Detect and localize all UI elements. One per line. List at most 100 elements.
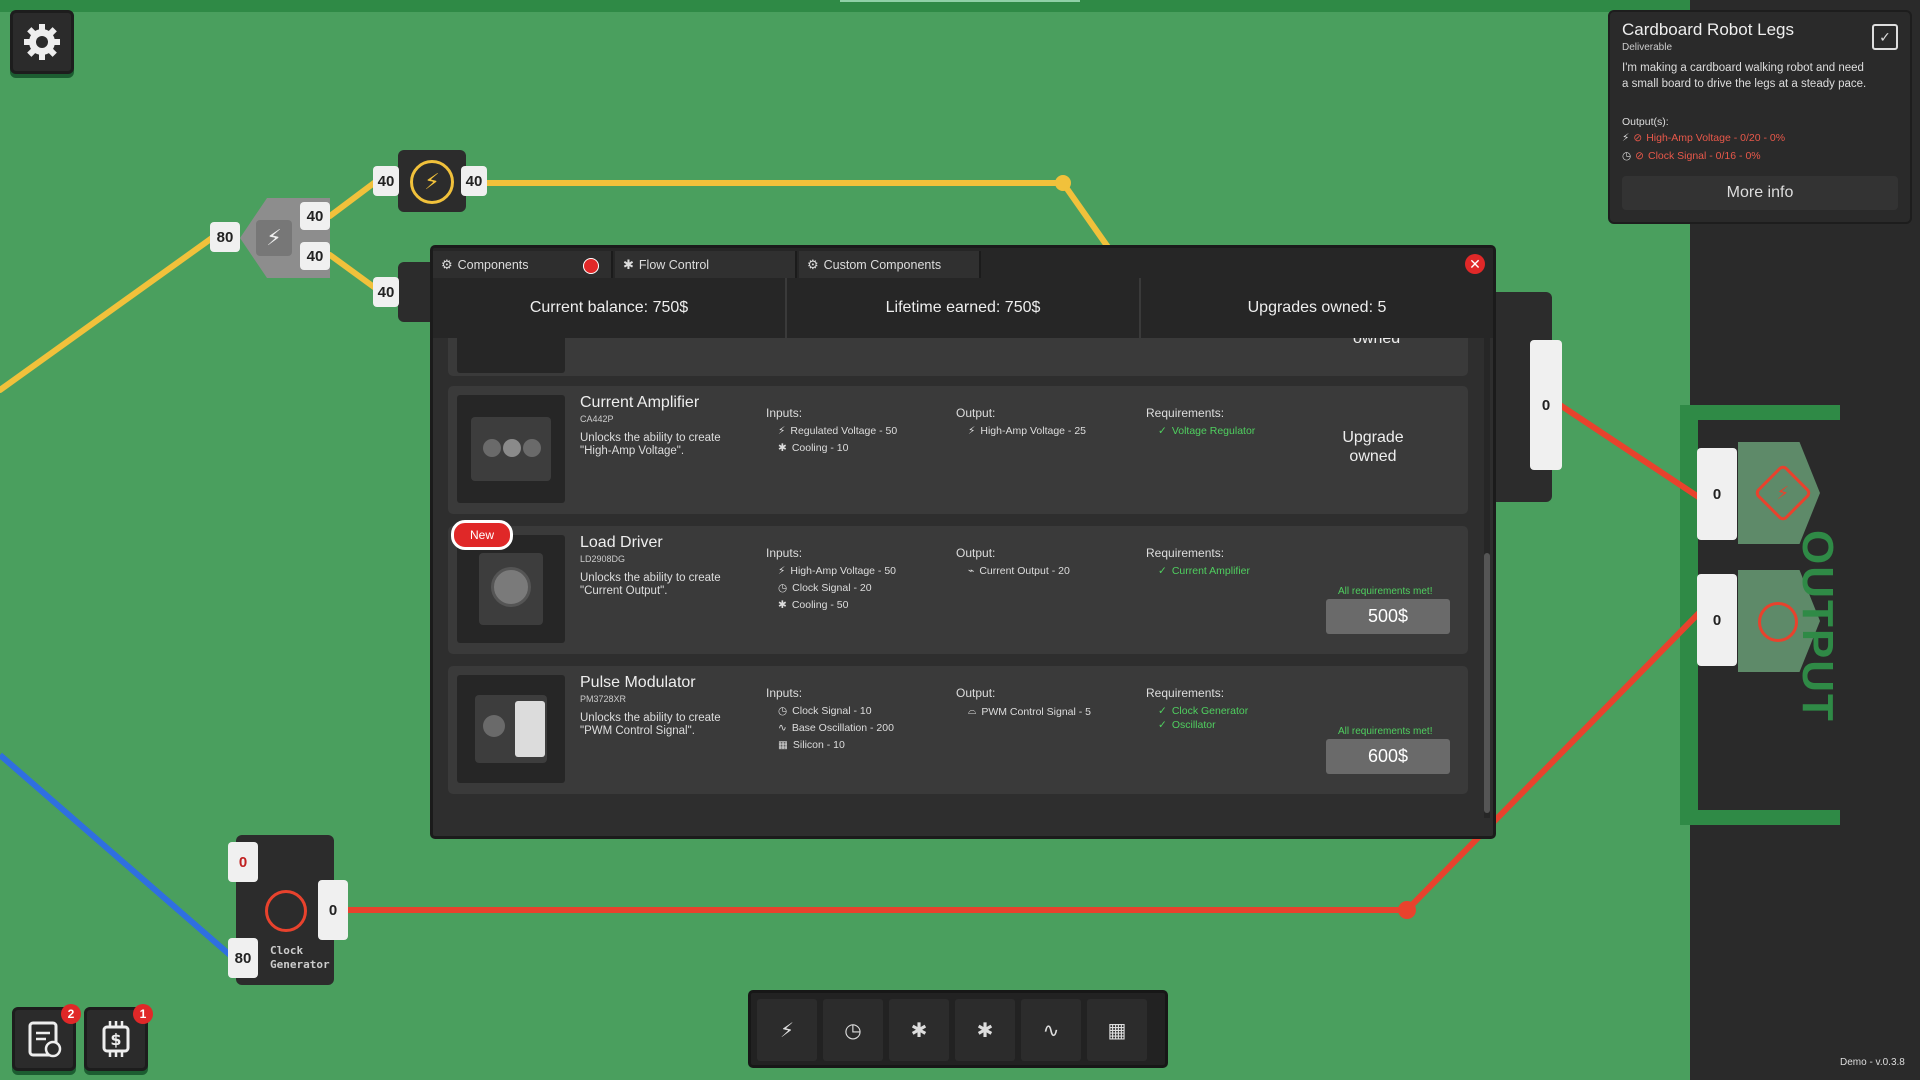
output-slot-clock-value: 0 — [1697, 574, 1737, 666]
output-slot-voltage-value: 0 — [1697, 448, 1737, 540]
inputs-column: Inputs: ⚡ Regulated Voltage - 50 ✱ Cooling… — [766, 406, 898, 454]
snowflake-icon: ✱ — [976, 1019, 994, 1042]
upgrade-status: Upgrade owned — [1342, 429, 1404, 465]
wire-yellow-split-a — [327, 177, 381, 219]
inputs-column: Inputs: ◷ Clock Signal - 10 ∿ Base Oscilla… — [766, 686, 894, 751]
component-code: LD2908DG — [580, 554, 626, 564]
sparkle-icon: ✱ — [623, 256, 634, 272]
clock-icon: ◷ — [844, 1019, 862, 1042]
buy-button[interactable]: 600$ — [1326, 739, 1450, 774]
toolbar-slot-cooler[interactable]: ✱ — [955, 999, 1015, 1061]
quest-output-item: ⚡ ⊘ High-Amp Voltage - 0/20 - 0% — [1622, 132, 1786, 144]
output-column: Output: ⌁ Current Output - 20 — [956, 546, 1070, 577]
component-toolbar: ⚡ ◷ ✱ ✱ ∿ ▦ — [748, 990, 1168, 1068]
current-balance: Current balance: 750$ — [433, 278, 787, 338]
version-label: Demo - v.0.3.8 — [1840, 1057, 1905, 1068]
component-name: Pulse Modulator — [580, 674, 696, 691]
upgrade-card-current-amplifier: Current Amplifier CA442P Unlocks the abi… — [448, 386, 1468, 514]
quest-description: I'm making a cardboard walking robot and… — [1622, 62, 1867, 90]
component-name: Current Amplifier — [580, 394, 700, 411]
check-circle-icon: ✓ — [1158, 565, 1167, 577]
contracts-button[interactable]: 2 — [12, 1004, 81, 1071]
check-circle-icon: ✓ — [1158, 705, 1167, 717]
blocked-icon: ⊘ — [1633, 132, 1643, 144]
gear-icon — [24, 24, 60, 60]
new-badge: New — [451, 520, 513, 550]
notification-badge: 1 — [133, 1004, 153, 1024]
toolbar-slot-chip[interactable]: ▦ — [1087, 999, 1147, 1061]
list-scrollbar[interactable] — [1484, 338, 1490, 818]
clock-icon — [265, 890, 307, 932]
component-image — [457, 338, 565, 373]
requirements-column: Requirements: ✓ Clock Generator ✓ Oscillat… — [1146, 686, 1249, 731]
clock-icon: ◷ — [778, 582, 788, 594]
toolbar-slot-clock-generator[interactable]: ◷ — [823, 999, 883, 1061]
output-zone-label: OUTPUT — [1793, 530, 1842, 723]
wire-yellow-main — [482, 180, 1113, 253]
tab-flow-control[interactable]: ✱ Flow Control — [615, 251, 797, 278]
check-circle-icon: ✓ — [1158, 425, 1167, 437]
requirements-met-label: All requirements met! — [1338, 586, 1433, 597]
buy-button[interactable]: 500$ — [1326, 599, 1450, 634]
component-description: Unlocks the ability to create "High-Amp … — [580, 432, 721, 457]
clock-generator-label: Clock Generator — [270, 944, 330, 971]
shop-tabs: ⚙ Components ✱ Flow Control ⚙ Custom Com… — [433, 248, 1493, 278]
gear-icon: ⚙ — [807, 256, 819, 272]
clock-output-value: 0 — [318, 880, 348, 940]
requirements-column: Requirements: ✓ Current Amplifier — [1146, 546, 1251, 577]
scrollbar-thumb[interactable] — [1484, 553, 1490, 813]
splitter-input-value: 80 — [210, 222, 240, 252]
chip-icon: ▦ — [778, 739, 788, 751]
wave-icon: ∿ — [1042, 1019, 1060, 1042]
power-chip-top-input: 40 — [373, 166, 399, 196]
upgrade-status: owned — [1353, 338, 1401, 347]
snowflake-icon: ✱ — [910, 1019, 928, 1042]
quest-type: Deliverable — [1622, 42, 1673, 53]
pwm-icon: ⌓ — [968, 705, 977, 717]
chip-icon: ▦ — [1107, 1019, 1127, 1042]
svg-text:$: $ — [110, 1030, 121, 1049]
requirements-met-label: All requirements met! — [1338, 726, 1433, 737]
lifetime-earned: Lifetime earned: 750$ — [787, 278, 1141, 338]
bolt-icon: ⚡ — [410, 160, 454, 204]
quest-title: Cardboard Robot Legs — [1622, 20, 1795, 39]
settings-button[interactable] — [10, 10, 74, 74]
upgrade-card-load-driver: New Load Driver LD2908DG Unlocks the abi… — [448, 520, 1468, 654]
snowflake-icon: ✱ — [778, 442, 787, 454]
wire-blue — [0, 752, 232, 958]
close-button[interactable]: ✕ — [1465, 254, 1485, 274]
splitter-output-b: 40 — [300, 242, 330, 270]
shop-button[interactable]: $ 1 — [84, 1004, 153, 1071]
notification-dot — [583, 258, 599, 274]
bolt-icon: ⚡ — [968, 425, 976, 437]
current-icon: ⌁ — [968, 565, 975, 577]
wave-icon: ∿ — [778, 722, 787, 734]
checklist-icon[interactable]: ✓ — [1872, 24, 1898, 50]
component-description: Unlocks the ability to create "Current O… — [580, 572, 721, 597]
more-info-button[interactable]: More info — [1622, 176, 1898, 210]
inputs-column: Inputs: ⚡ High-Amp Voltage - 50 ◷ Clock Si… — [766, 546, 897, 611]
tab-custom-components[interactable]: ⚙ Custom Components — [799, 251, 981, 278]
upgrade-list[interactable]: owned Current Amplifier CA442P Unlocks t… — [433, 338, 1483, 836]
toolbar-slot-fan[interactable]: ✱ — [889, 999, 949, 1061]
component-description: Unlocks the ability to create "PWM Contr… — [580, 712, 721, 737]
clock-input-bottom-value: 80 — [228, 938, 258, 978]
clock-icon: ◷ — [778, 705, 788, 717]
blocked-icon: ⊘ — [1635, 150, 1644, 162]
quest-panel[interactable]: Cardboard Robot Legs Deliverable ✓ I'm m… — [1608, 10, 1912, 224]
toolbar-slot-power-chip[interactable]: ⚡ — [757, 999, 817, 1061]
toolbar-slot-oscillator[interactable]: ∿ — [1021, 999, 1081, 1061]
output-column: Output: ⌓ PWM Control Signal - 5 — [956, 686, 1092, 718]
component-code: PM3728XR — [580, 694, 627, 704]
upgrade-card: owned — [448, 338, 1468, 376]
wire-junction-yellow — [1055, 175, 1071, 191]
tab-components[interactable]: ⚙ Components — [433, 251, 613, 278]
clock-input-top-value: 0 — [228, 842, 258, 882]
wire-red-top — [1558, 402, 1702, 501]
bolt-icon: ⚡ — [778, 425, 786, 437]
quest-output-item: ◷ ⊘ Clock Signal - 0/16 - 0% — [1622, 150, 1761, 162]
chip-dollar-icon: $ — [102, 1021, 130, 1057]
splitter-output-a: 40 — [300, 202, 330, 230]
upgrade-card-pulse-modulator: Pulse Modulator PM3728XR Unlocks the abi… — [448, 666, 1468, 794]
power-chip-bottom-input: 40 — [373, 277, 399, 307]
